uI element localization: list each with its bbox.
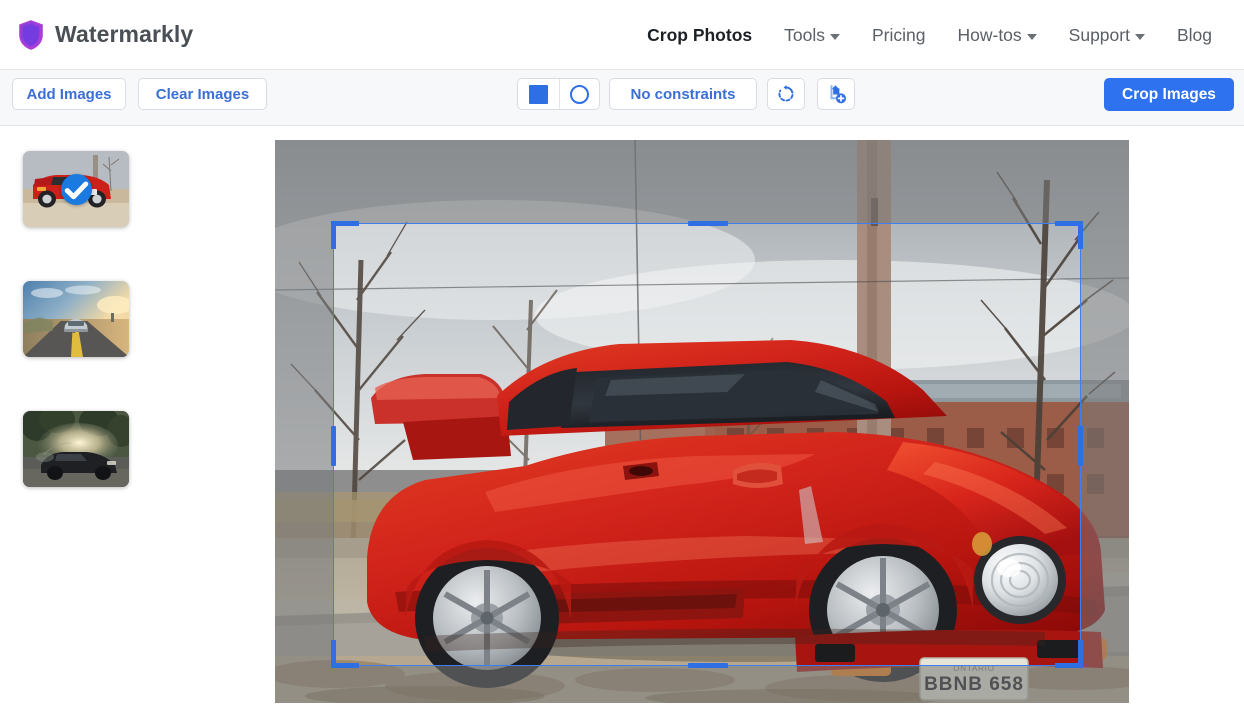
nav-item-crop-photos[interactable]: Crop Photos <box>631 25 768 46</box>
constraints-dropdown[interactable]: No constraints <box>609 78 757 110</box>
crop-shape-circle-button[interactable] <box>559 79 600 109</box>
crop-handle-top-center[interactable] <box>688 221 728 226</box>
thumbnail-car-on-highway-sunset[interactable] <box>23 281 129 357</box>
reset-crop-button[interactable] <box>767 78 805 110</box>
add-crop-area-button[interactable] <box>817 78 855 110</box>
brand-name: Watermarkly <box>55 21 193 48</box>
crop-editor-canvas: Kills bugs fast. RECARO <box>262 127 1244 720</box>
nav-item-tools[interactable]: Tools <box>768 25 856 46</box>
nav-label: Pricing <box>872 25 926 46</box>
crop-handle-middle-left[interactable] <box>331 426 336 466</box>
crop-shape-group <box>517 78 600 110</box>
crop-images-button[interactable]: Crop Images <box>1104 78 1234 111</box>
nav-label: Blog <box>1177 25 1212 46</box>
site-header: Watermarkly Crop Photos Tools Pricing Ho… <box>0 0 1244 70</box>
crop-shade-top <box>275 140 1129 223</box>
nav-item-support[interactable]: Support <box>1053 25 1161 46</box>
nav-item-blog[interactable]: Blog <box>1161 25 1228 46</box>
thumbnail-sidebar <box>0 127 262 720</box>
circle-shape-icon <box>570 85 589 104</box>
square-shape-icon <box>529 85 548 104</box>
nav-item-pricing[interactable]: Pricing <box>856 25 942 46</box>
add-crop-area-icon <box>826 84 847 105</box>
photo-stage[interactable]: Kills bugs fast. RECARO <box>275 140 1129 703</box>
main-navigation: Crop Photos Tools Pricing How-tos Suppor… <box>631 0 1228 70</box>
thumbnail-image <box>23 411 129 487</box>
add-images-button[interactable]: Add Images <box>12 78 126 110</box>
shield-icon <box>18 20 44 50</box>
crop-shade-bottom <box>275 666 1129 703</box>
nav-item-how-tos[interactable]: How-tos <box>941 25 1052 46</box>
check-icon <box>61 152 92 228</box>
thumbnail-selected-badge <box>61 174 92 205</box>
brand-logo[interactable]: Watermarkly <box>18 20 193 50</box>
rotate-reset-icon <box>776 84 796 104</box>
thumbnail-image <box>23 281 129 357</box>
nav-label: Support <box>1069 25 1130 46</box>
crop-handle-middle-right[interactable] <box>1078 426 1083 466</box>
thumbnail-red-porsche-911[interactable] <box>23 151 129 227</box>
crop-shape-square-button[interactable] <box>518 79 559 109</box>
clear-images-button[interactable]: Clear Images <box>138 78 267 110</box>
crop-shade-left <box>275 223 333 666</box>
nav-label: How-tos <box>957 25 1021 46</box>
thumbnail-dark-car-at-sunset[interactable] <box>23 411 129 487</box>
chevron-down-icon <box>1135 34 1145 40</box>
chevron-down-icon <box>1027 34 1037 40</box>
chevron-down-icon <box>830 34 840 40</box>
crop-selection-rectangle[interactable] <box>333 223 1081 666</box>
nav-label: Tools <box>784 25 825 46</box>
crop-shade-right <box>1081 223 1129 666</box>
crop-handle-bottom-center[interactable] <box>688 663 728 668</box>
nav-label: Crop Photos <box>647 25 752 46</box>
